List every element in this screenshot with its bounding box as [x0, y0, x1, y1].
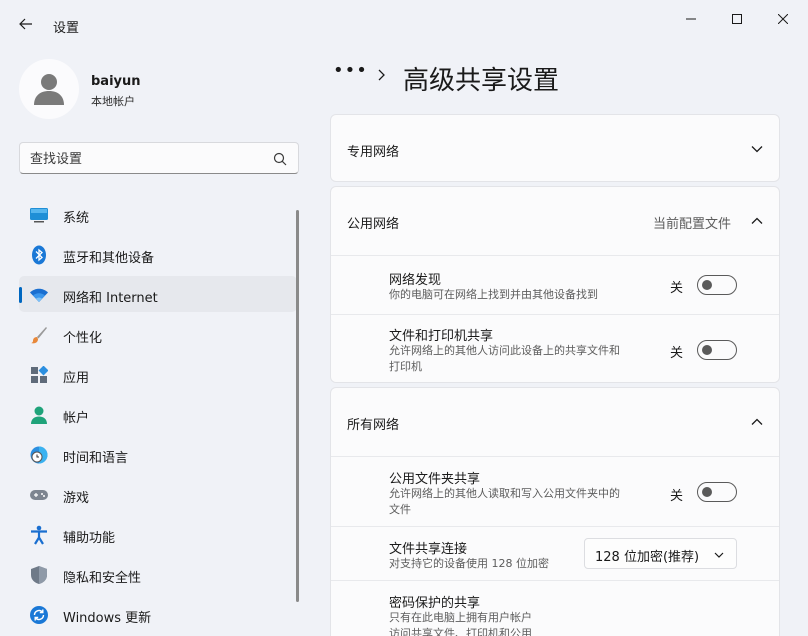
- minimize-icon: [686, 18, 696, 20]
- toggle-state-label: 关: [670, 346, 684, 361]
- settings-window: 设置 baiyun 本地帐户 系统: [0, 0, 808, 636]
- setting-description: 只有在此电脑上拥有用户帐户: [389, 611, 532, 624]
- divider: [331, 580, 779, 581]
- section-label: 专用网络: [347, 145, 400, 160]
- setting-title: 公用文件夹共享: [389, 472, 481, 487]
- search-box[interactable]: [19, 142, 299, 174]
- page-title: 高级共享设置: [403, 66, 560, 96]
- bluetooth-icon: [29, 245, 49, 265]
- breadcrumb-overflow[interactable]: •••: [333, 60, 368, 81]
- search-icon[interactable]: [273, 152, 287, 166]
- private-network-section[interactable]: 专用网络: [330, 114, 780, 182]
- brush-icon: [29, 325, 49, 345]
- public-network-section: 公用网络 当前配置文件 网络发现 你的电脑可在网络上找到并由其他设备找到 关 文…: [330, 186, 780, 383]
- title-bar: 设置: [0, 0, 808, 40]
- chevron-down-icon[interactable]: [750, 142, 764, 156]
- sidebar-item-label: 网络和 Internet: [63, 291, 158, 306]
- sidebar-item-windows-update[interactable]: Windows 更新: [19, 596, 297, 632]
- minimize-button[interactable]: [676, 6, 706, 32]
- file-printer-sharing-toggle[interactable]: [697, 340, 737, 360]
- all-networks-section: 所有网络 公用文件夹共享 允许网络上的其他人读取和写入公用文件夹中的 文件 关 …: [330, 387, 780, 636]
- sidebar-item-network[interactable]: 网络和 Internet: [19, 276, 297, 312]
- divider: [331, 255, 779, 256]
- system-icon: [29, 205, 49, 225]
- sidebar-item-accounts[interactable]: 帐户: [19, 396, 297, 432]
- chevron-up-icon[interactable]: [750, 214, 764, 228]
- sidebar-nav: 系统 蓝牙和其他设备 网络和 Internet 个性化 应用 帐户 时间和语言 …: [19, 196, 297, 636]
- setting-title: 密码保护的共享: [389, 596, 481, 611]
- public-folder-sharing-toggle[interactable]: [697, 482, 737, 502]
- update-icon: [29, 605, 49, 625]
- gamepad-icon: [29, 485, 49, 505]
- chevron-up-icon[interactable]: [750, 415, 764, 429]
- divider: [331, 526, 779, 527]
- sidebar-item-label: 时间和语言: [63, 451, 129, 466]
- sidebar-item-label: 隐私和安全性: [63, 571, 142, 586]
- app-title: 设置: [53, 21, 80, 36]
- sidebar-item-label: 帐户: [63, 411, 90, 426]
- sidebar-item-label: Windows 更新: [63, 611, 152, 626]
- sidebar-item-apps[interactable]: 应用: [19, 356, 297, 392]
- encryption-dropdown[interactable]: 128 位加密(推荐): [584, 538, 737, 569]
- user-icon: [34, 74, 64, 105]
- all-networks-header[interactable]: 所有网络: [331, 388, 779, 456]
- toggle-knob: [702, 345, 712, 355]
- setting-title: 文件和打印机共享: [389, 329, 494, 344]
- chevron-right-icon: [378, 69, 385, 81]
- sidebar-item-label: 系统: [63, 211, 90, 226]
- sidebar-item-label: 个性化: [63, 331, 103, 346]
- account-icon: [29, 405, 49, 425]
- divider: [331, 456, 779, 457]
- search-input[interactable]: [30, 149, 260, 169]
- setting-title: 网络发现: [389, 273, 442, 288]
- close-button[interactable]: [768, 6, 798, 32]
- current-profile-badge: 当前配置文件: [653, 217, 732, 232]
- setting-description: 打印机: [389, 360, 422, 373]
- avatar[interactable]: [19, 59, 79, 119]
- shield-icon: [29, 565, 49, 585]
- sidebar-item-time-language[interactable]: 时间和语言: [19, 436, 297, 472]
- active-indicator: [19, 287, 22, 303]
- sidebar-item-bluetooth[interactable]: 蓝牙和其他设备: [19, 236, 297, 272]
- setting-title: 文件共享连接: [389, 542, 468, 557]
- setting-description: 访问共享文件、打印机和公用: [389, 627, 532, 636]
- sidebar-scrollbar[interactable]: [296, 210, 299, 602]
- dropdown-value: 128 位加密(推荐): [595, 550, 700, 565]
- profile-name: baiyun: [91, 74, 141, 89]
- sidebar-item-label: 应用: [63, 371, 90, 386]
- setting-description: 你的电脑可在网络上找到并由其他设备找到: [389, 288, 598, 301]
- public-network-header[interactable]: 公用网络 当前配置文件: [331, 187, 779, 255]
- sidebar-item-personalization[interactable]: 个性化: [19, 316, 297, 352]
- apps-icon: [29, 365, 49, 385]
- maximize-icon: [732, 14, 742, 24]
- divider: [331, 314, 779, 315]
- toggle-state-label: 关: [670, 489, 684, 504]
- network-discovery-toggle[interactable]: [697, 275, 737, 295]
- sidebar-item-gaming[interactable]: 游戏: [19, 476, 297, 512]
- toggle-state-label: 关: [670, 281, 684, 296]
- wifi-icon: [29, 285, 49, 305]
- sidebar-item-accessibility[interactable]: 辅助功能: [19, 516, 297, 552]
- back-button[interactable]: [14, 12, 38, 36]
- back-arrow-icon: [19, 18, 32, 30]
- sidebar-item-label: 蓝牙和其他设备: [63, 251, 155, 266]
- toggle-knob: [702, 280, 712, 290]
- sidebar-item-system[interactable]: 系统: [19, 196, 297, 232]
- section-label: 公用网络: [347, 217, 400, 232]
- sidebar-item-label: 游戏: [63, 491, 90, 506]
- profile-account-type: 本地帐户: [91, 95, 135, 108]
- setting-description: 允许网络上的其他人读取和写入公用文件夹中的: [389, 487, 620, 500]
- time-language-icon: [29, 445, 49, 465]
- setting-description: 允许网络上的其他人访问此设备上的共享文件和: [389, 344, 620, 357]
- close-icon: [778, 14, 788, 24]
- maximize-button[interactable]: [722, 6, 752, 32]
- accessibility-icon: [29, 525, 49, 545]
- sidebar-item-privacy[interactable]: 隐私和安全性: [19, 556, 297, 592]
- chevron-down-icon: [714, 552, 724, 558]
- setting-description: 文件: [389, 503, 411, 516]
- toggle-knob: [702, 487, 712, 497]
- sidebar-item-label: 辅助功能: [63, 531, 116, 546]
- section-label: 所有网络: [347, 418, 400, 433]
